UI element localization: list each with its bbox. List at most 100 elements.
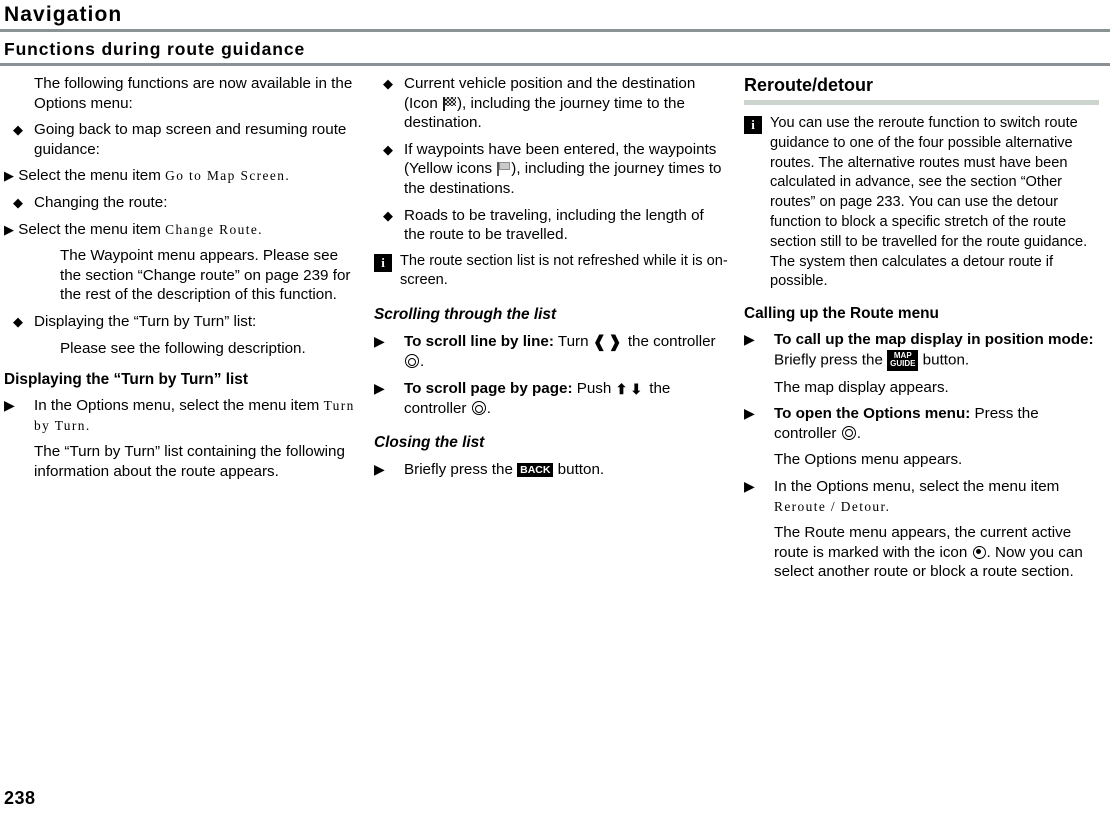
note-reroute-detour: i You can use the reroute function to sw… — [744, 114, 1099, 292]
menu-item-name: Go to Map Screen. — [165, 168, 291, 184]
result-see-following: Please see the following description. — [60, 339, 306, 357]
arrow-icon: ▶ — [374, 332, 385, 349]
content-columns: The following functions are now availabl… — [0, 74, 1110, 589]
active-route-marker-icon — [972, 545, 986, 559]
map-guide-line-2: GUIDE — [890, 359, 916, 369]
note-text: The route section list is not refreshed … — [400, 252, 728, 289]
bullet-text-wrap: Current vehicle position and the destina… — [404, 74, 729, 133]
controller-icon — [841, 425, 856, 440]
subhead-scrolling-through-list: Scrolling through the list — [374, 305, 557, 323]
step-text-2: the controller — [623, 332, 716, 350]
step-text-wrap: In the Options menu, select the menu ite… — [34, 396, 359, 435]
page-header: Navigation — [0, 0, 1110, 28]
subhead-calling-up-route-menu: Calling up the Route menu — [744, 305, 939, 323]
section-divider — [0, 63, 1110, 66]
diamond-bullet-icon: ◆ — [383, 76, 393, 91]
step-text: Briefly press the — [404, 460, 518, 478]
result-options-menu: The Options menu appears. — [774, 451, 963, 469]
step-scroll-page-by-page: ▶ To scroll page by page: Push ⬆⬇ the co… — [374, 379, 729, 419]
menu-item-name: Change Route. — [165, 221, 263, 237]
step-period: . — [420, 353, 425, 371]
arrow-icon: ▶ — [4, 168, 14, 184]
map-guide-button-icon[interactable]: MAP GUIDE — [887, 349, 919, 371]
column-right: Reroute/detour i You can use the reroute… — [744, 74, 1099, 589]
arrow-icon: ▶ — [4, 221, 14, 237]
list-item: ◆ Going back to map screen and resuming … — [4, 120, 359, 159]
step-select-turn-by-turn: ▶ In the Options menu, select the menu i… — [4, 396, 359, 435]
step-goto-map: ▶ Select the menu item Go to Map Screen. — [4, 166, 359, 186]
step-text-wrap: Briefly press the BACK button. — [404, 460, 729, 480]
intro-paragraph: The following functions are now availabl… — [34, 75, 353, 112]
list-item: ◆ Current vehicle position and the desti… — [374, 74, 729, 133]
subhead-turn-by-turn: Displaying the “Turn by Turn” list — [4, 371, 248, 389]
diamond-bullet-icon: ◆ — [383, 207, 393, 223]
step-text: Select the menu item — [18, 220, 166, 238]
step-label: To scroll page by page: — [404, 379, 573, 397]
back-button-icon[interactable]: BACK — [517, 462, 554, 477]
result-route-menu: The Route menu appears, the current acti… — [774, 523, 1099, 582]
result-turn-by-turn-list: The “Turn by Turn” list containing the f… — [34, 443, 345, 480]
step-label: To scroll line by line: — [404, 332, 554, 350]
list-item: ◆ Roads to be traveling, including the l… — [374, 206, 729, 245]
turn-knob-icon: ❰❱ — [592, 333, 624, 351]
bullet-text-wrap: If waypoints have been entered, the wayp… — [404, 140, 729, 199]
step-call-map-display: ▶ To call up the map display in position… — [744, 330, 1099, 371]
step-text: Select the menu item — [18, 167, 166, 185]
step-text-wrap: To call up the map display in position m… — [774, 330, 1099, 371]
note-text: You can use the reroute function to swit… — [770, 115, 1088, 290]
step-period: . — [486, 400, 491, 418]
checkered-flag-icon — [442, 96, 456, 111]
step-text: Briefly press the — [774, 351, 888, 369]
arrow-icon: ▶ — [744, 331, 755, 348]
yellow-flag-icon — [497, 162, 511, 177]
controller-icon — [405, 354, 419, 369]
step-scroll-line-by-line: ▶ To scroll line by line: Turn ❰❱ the co… — [374, 332, 729, 372]
step-label: To call up the map display in position m… — [774, 331, 1094, 349]
section-title: Functions during route guidance — [4, 39, 306, 59]
bullet-text: Displaying the “Turn by Turn” list: — [34, 312, 257, 330]
note-route-section-list: i The route section list is not refreshe… — [374, 252, 729, 291]
bullet-text: Going back to map screen and resuming ro… — [34, 121, 347, 158]
diamond-bullet-icon: ◆ — [13, 313, 23, 329]
subsection-divider — [744, 100, 1099, 105]
arrow-icon: ▶ — [374, 460, 385, 477]
arrow-icon: ▶ — [374, 379, 385, 396]
list-item: ◆ Displaying the “Turn by Turn” list: — [4, 312, 359, 332]
step-close-list: ▶ Briefly press the BACK button. — [374, 460, 729, 480]
diamond-bullet-icon: ◆ — [13, 122, 23, 138]
subhead-closing-the-list: Closing the list — [374, 433, 485, 451]
controller-icon — [471, 401, 486, 416]
step-text: In the Options menu, select the menu ite… — [774, 477, 1060, 495]
step-select-reroute-detour: ▶ In the Options menu, select the menu i… — [744, 477, 1099, 516]
diamond-bullet-icon: ◆ — [383, 141, 393, 157]
arrow-icon: ▶ — [744, 405, 755, 422]
step-text-wrap: In the Options menu, select the menu ite… — [774, 477, 1099, 516]
list-item: ◆ If waypoints have been entered, the wa… — [374, 140, 729, 199]
step-text: Turn — [553, 332, 593, 350]
step-period: . — [856, 424, 861, 442]
diamond-bullet-icon: ◆ — [13, 194, 23, 210]
step-text-2: button. — [553, 460, 605, 478]
step-label: To open the Options menu: — [774, 405, 971, 423]
column-middle: ◆ Current vehicle position and the desti… — [374, 74, 729, 589]
arrow-icon: ▶ — [4, 397, 15, 414]
result-map-display: The map display appears. — [774, 378, 949, 396]
bullet-text: Changing the route: — [34, 193, 168, 211]
step-text-wrap: To scroll line by line: Turn ❰❱ the cont… — [404, 332, 729, 372]
step-text-wrap: To open the Options menu: Press the cont… — [774, 404, 1099, 443]
step-text-2: button. — [918, 351, 970, 369]
step-text-wrap: To scroll page by page: Push ⬆⬇ the cont… — [404, 379, 729, 419]
bullet-text: Roads to be traveling, including the len… — [404, 206, 704, 244]
header-divider — [0, 29, 1110, 32]
list-item: ◆ Changing the route: — [4, 193, 359, 213]
column-left: The following functions are now availabl… — [4, 74, 359, 589]
page-title: Navigation — [4, 3, 123, 26]
arrow-icon: ▶ — [744, 477, 755, 494]
step-open-options-menu: ▶ To open the Options menu: Press the co… — [744, 404, 1099, 443]
menu-item-name: Reroute / Detour. — [774, 498, 891, 514]
result-waypoint-menu: The Waypoint menu appears. Please see th… — [60, 247, 351, 304]
page-number: 238 — [4, 788, 36, 808]
push-arrows-icon: ⬆⬇ — [615, 380, 646, 397]
step-text: Push — [572, 379, 616, 397]
subsection-title-reroute-detour: Reroute/detour — [744, 75, 874, 95]
